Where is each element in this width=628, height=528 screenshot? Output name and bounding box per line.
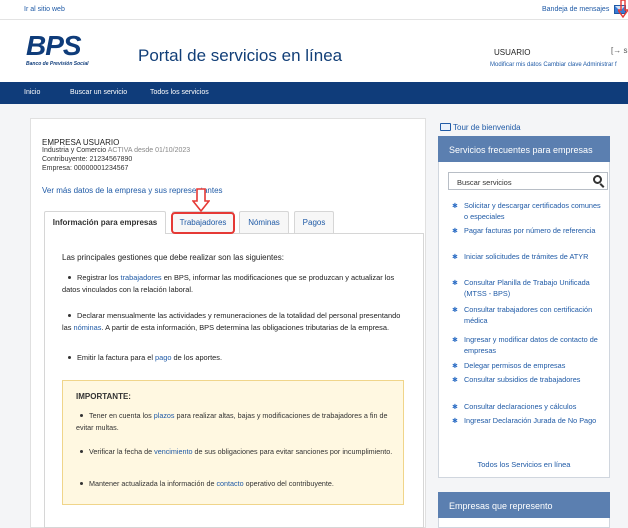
important-vencimiento: Verificar la fecha de vencimiento de sus… — [76, 446, 394, 458]
star-icon: ✱ — [452, 307, 458, 314]
star-icon: ✱ — [452, 404, 458, 411]
service-link[interactable]: Consultar trabajadores con certificación… — [464, 305, 604, 326]
important-contacto: Mantener actualizada la información de c… — [76, 478, 394, 490]
monitor-icon — [440, 123, 451, 131]
service-link[interactable]: Solicitar y descargar certificados comun… — [464, 201, 604, 222]
service-link[interactable]: Ingresar Declaración Jurada de No Pago — [464, 416, 604, 427]
user-links[interactable]: Modificar mis datos Cambiar clave Admini… — [490, 62, 617, 68]
contacto-link[interactable]: contacto — [216, 479, 243, 488]
star-icon: ✱ — [452, 418, 458, 425]
tab-pagos[interactable]: Pagos — [294, 211, 334, 233]
site-link[interactable]: Ir al sitio web — [24, 6, 65, 13]
tab-nominas[interactable]: Nóminas — [239, 211, 289, 233]
star-icon: ✱ — [452, 377, 458, 384]
nav-item-inicio[interactable]: Inicio — [24, 89, 40, 96]
tab-informacion[interactable]: Información para empresas — [44, 211, 166, 234]
frequent-services-title: Servicios frecuentes para empresas — [438, 136, 610, 162]
service-link[interactable]: Pagar facturas por número de referencia — [464, 226, 604, 237]
page-header: BPS Banco de Previsión Social Portal de … — [0, 20, 628, 80]
empresa-number: Empresa: 00000001234567 — [42, 165, 129, 172]
nav-item-todos[interactable]: Todos los servicios — [150, 89, 209, 96]
service-link[interactable]: Delegar permisos de empresas — [464, 361, 604, 372]
red-arrow-icon — [192, 188, 210, 212]
bullet-pago: Emitir la factura para el pago de los ap… — [62, 352, 402, 364]
important-plazos: Tener en cuenta los plazos para realizar… — [76, 411, 388, 432]
star-icon: ✱ — [452, 337, 458, 344]
vencimiento-link[interactable]: vencimiento — [154, 447, 192, 456]
intro-text: Las principales gestiones que debe reali… — [62, 253, 284, 262]
important-title: IMPORTANTE: — [76, 392, 131, 401]
tour-link[interactable]: Tour de bienvenida — [453, 123, 521, 132]
company-status: ACTIVA desde 01/10/2023 — [107, 147, 191, 154]
service-link[interactable]: Consultar declaraciones y cálculos — [464, 402, 604, 413]
star-icon: ✱ — [452, 203, 458, 210]
top-bar: Ir al sitio web Bandeja de mensajes — [0, 0, 628, 20]
company-name: EMPRESA USUARIO — [42, 138, 120, 147]
user-name: USUARIO — [494, 48, 531, 57]
search-input[interactable]: Buscar servicios — [448, 172, 608, 190]
trabajadores-link[interactable]: trabajadores — [121, 273, 162, 282]
plazos-link[interactable]: plazos — [154, 411, 175, 420]
bullet-trabajadores: Registrar los trabajadores en BPS, infor… — [62, 273, 395, 294]
search-icon[interactable] — [593, 175, 602, 184]
represented-companies-title: Empresas que represento — [438, 492, 610, 518]
star-icon: ✱ — [452, 228, 458, 235]
service-link[interactable]: Ingresar y modificar datos de contacto d… — [464, 335, 604, 356]
service-link[interactable]: Consultar Planilla de Trabajo Unificada … — [464, 278, 604, 299]
company-type: Industria y Comercio ACTIVA desde 01/10/… — [42, 147, 191, 154]
star-icon: ✱ — [452, 280, 458, 287]
all-services-link[interactable]: Todos los Servicios en línea — [438, 460, 610, 469]
contribuyente-number: Contribuyente: 21234567890 — [42, 156, 133, 163]
page-title: Portal de servicios en línea — [138, 46, 343, 65]
logout-icon[interactable]: [→ s — [611, 46, 627, 55]
bps-logo[interactable]: BPS Banco de Previsión Social — [26, 30, 96, 70]
service-link[interactable]: Iniciar solicitudes de trámites de ATYR — [464, 252, 604, 263]
inbox-link[interactable]: Bandeja de mensajes — [542, 6, 609, 13]
star-icon: ✱ — [452, 254, 458, 261]
service-link[interactable]: Consultar subsidios de trabajadores — [464, 375, 604, 386]
highlight-annotation — [171, 212, 235, 234]
main-nav: Inicio Buscar un servicio Todos los serv… — [0, 82, 628, 104]
nav-item-buscar[interactable]: Buscar un servicio — [70, 89, 127, 96]
star-icon: ✱ — [452, 363, 458, 370]
pago-link[interactable]: pago — [155, 353, 171, 362]
red-arrow-icon — [618, 0, 628, 18]
bullet-nominas: Declarar mensualmente las actividades y … — [62, 311, 401, 332]
nominas-link[interactable]: nóminas — [74, 323, 102, 332]
